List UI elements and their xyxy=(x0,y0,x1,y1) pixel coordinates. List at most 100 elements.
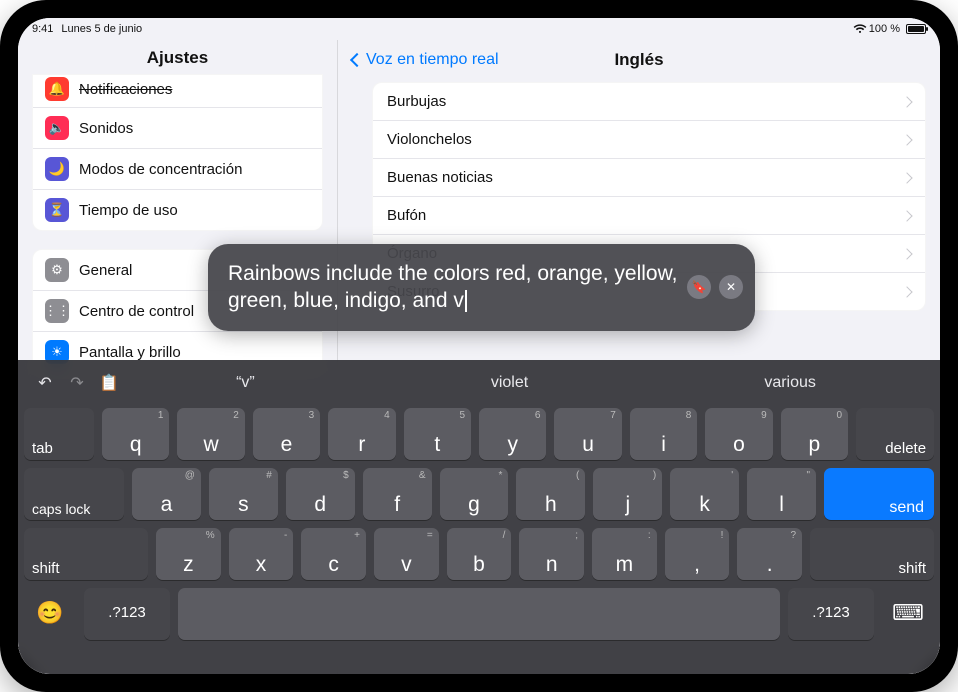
key-tab[interactable]: tab xyxy=(24,408,94,460)
key-s[interactable]: #s xyxy=(209,468,278,520)
sidebar-title: Ajustes xyxy=(18,40,337,78)
key-row-2: caps lock @a #s $d &f *g (h )j 'k "l sen… xyxy=(24,468,934,520)
candidate[interactable]: violet xyxy=(479,370,540,396)
key-delete[interactable]: delete xyxy=(856,408,934,460)
key-emoji[interactable]: 😊 xyxy=(24,588,76,640)
list-item-label: Bufón xyxy=(387,207,426,224)
chevron-right-icon xyxy=(901,248,912,259)
close-icon: ✕ xyxy=(726,280,736,296)
key-h[interactable]: (h xyxy=(516,468,585,520)
key-c[interactable]: +c xyxy=(301,528,366,580)
key-numbers-left[interactable]: .?123 xyxy=(84,588,170,640)
live-speech-text: Rainbows include the colors red, orange,… xyxy=(228,262,677,312)
bell-icon: 🔔 xyxy=(45,77,69,101)
list-item-label: Violonchelos xyxy=(387,131,472,148)
key-l[interactable]: "l xyxy=(747,468,816,520)
key-numbers-right[interactable]: .?123 xyxy=(788,588,874,640)
sidebar-item-label: Pantalla y brillo xyxy=(79,344,181,361)
list-item[interactable]: Bufón xyxy=(373,197,925,235)
status-bar: 9:41 Lunes 5 de junio 100 % xyxy=(18,18,940,40)
wifi-icon xyxy=(853,23,865,35)
candidates-bar: ↶ ↷ 📋 “v” violet various xyxy=(24,366,934,400)
keyboard-dismiss-icon: ⌨ xyxy=(892,600,924,626)
device-frame: 9:41 Lunes 5 de junio 100 % Ajustes 🔔 No xyxy=(0,0,958,692)
sidebar-item-label: Sonidos xyxy=(79,120,133,137)
sidebar-item-label: General xyxy=(79,262,132,279)
list-item[interactable]: Burbujas xyxy=(373,83,925,121)
key-row-1: tab 1q 2w 3e 4r 5t 6y 7u 8i 9o 0p delete xyxy=(24,408,934,460)
key-shift-right[interactable]: shift xyxy=(810,528,934,580)
key-t[interactable]: 5t xyxy=(404,408,471,460)
key-w[interactable]: 2w xyxy=(177,408,244,460)
status-date: Lunes 5 de junio xyxy=(61,23,142,35)
key-y[interactable]: 6y xyxy=(479,408,546,460)
candidate[interactable]: various xyxy=(752,370,828,396)
sidebar-item-screentime[interactable]: ⏳ Tiempo de uso xyxy=(33,190,322,230)
key-u[interactable]: 7u xyxy=(554,408,621,460)
key-e[interactable]: 3e xyxy=(253,408,320,460)
key-k[interactable]: 'k xyxy=(670,468,739,520)
back-label: Voz en tiempo real xyxy=(366,51,499,69)
speaker-icon: 🔈 xyxy=(45,116,69,140)
sidebar-group-1: 🔔 Notificaciones 🔈 Sonidos 🌙 Modos de co… xyxy=(32,74,323,231)
key-space[interactable] xyxy=(178,588,780,640)
redo-icon[interactable]: ↷ xyxy=(68,374,86,392)
text-cursor xyxy=(465,290,467,312)
key-dismiss-keyboard[interactable]: ⌨ xyxy=(882,588,934,640)
key-b[interactable]: /b xyxy=(447,528,512,580)
chevron-right-icon xyxy=(901,286,912,297)
battery-icon xyxy=(906,24,926,34)
sidebar-item-label: Centro de control xyxy=(79,303,194,320)
moon-icon: 🌙 xyxy=(45,157,69,181)
key-row-bottom: 😊 .?123 .?123 ⌨ xyxy=(24,588,934,640)
key-row-3: shift %z -x +c =v /b ;n :m !, ?. shift xyxy=(24,528,934,580)
bookmark-button[interactable]: 🔖 xyxy=(687,275,711,299)
sidebar-item-focus[interactable]: 🌙 Modos de concentración xyxy=(33,149,322,190)
key-p[interactable]: 0p xyxy=(781,408,848,460)
key-r[interactable]: 4r xyxy=(328,408,395,460)
key-n[interactable]: ;n xyxy=(519,528,584,580)
key-caps-lock[interactable]: caps lock xyxy=(24,468,124,520)
key-i[interactable]: 8i xyxy=(630,408,697,460)
back-button[interactable]: Voz en tiempo real xyxy=(352,51,499,69)
key-d[interactable]: $d xyxy=(286,468,355,520)
key-q[interactable]: 1q xyxy=(102,408,169,460)
chevron-right-icon xyxy=(901,210,912,221)
live-speech-bubble[interactable]: Rainbows include the colors red, orange,… xyxy=(208,244,755,331)
key-send[interactable]: send xyxy=(824,468,934,520)
key-f[interactable]: &f xyxy=(363,468,432,520)
key-g[interactable]: *g xyxy=(440,468,509,520)
sidebar-item-notifications[interactable]: 🔔 Notificaciones xyxy=(33,75,322,108)
status-time: 9:41 xyxy=(32,23,53,35)
gear-icon: ⚙ xyxy=(45,258,69,282)
chevron-left-icon xyxy=(350,53,364,67)
key-comma[interactable]: !, xyxy=(665,528,730,580)
sidebar-item-sounds[interactable]: 🔈 Sonidos xyxy=(33,108,322,149)
list-item-label: Burbujas xyxy=(387,93,446,110)
sidebar-item-label: Notificaciones xyxy=(79,81,172,98)
undo-icon[interactable]: ↶ xyxy=(36,374,54,392)
key-o[interactable]: 9o xyxy=(705,408,772,460)
clipboard-icon[interactable]: 📋 xyxy=(100,374,118,392)
screen: 9:41 Lunes 5 de junio 100 % Ajustes 🔔 No xyxy=(18,18,940,674)
candidate[interactable]: “v” xyxy=(224,370,267,396)
bookmark-icon: 🔖 xyxy=(692,280,707,296)
key-m[interactable]: :m xyxy=(592,528,657,580)
hourglass-icon: ⏳ xyxy=(45,198,69,222)
chevron-right-icon xyxy=(901,96,912,107)
key-period[interactable]: ?. xyxy=(737,528,802,580)
list-item[interactable]: Violonchelos xyxy=(373,121,925,159)
key-z[interactable]: %z xyxy=(156,528,221,580)
emoji-icon: 😊 xyxy=(36,600,63,626)
sliders-icon: ⋮⋮ xyxy=(45,299,69,323)
sidebar-item-label: Modos de concentración xyxy=(79,161,242,178)
key-v[interactable]: =v xyxy=(374,528,439,580)
chevron-right-icon xyxy=(901,134,912,145)
key-x[interactable]: -x xyxy=(229,528,294,580)
close-button[interactable]: ✕ xyxy=(719,275,743,299)
sidebar-item-label: Tiempo de uso xyxy=(79,202,178,219)
key-shift-left[interactable]: shift xyxy=(24,528,148,580)
list-item[interactable]: Buenas noticias xyxy=(373,159,925,197)
key-a[interactable]: @a xyxy=(132,468,201,520)
key-j[interactable]: )j xyxy=(593,468,662,520)
